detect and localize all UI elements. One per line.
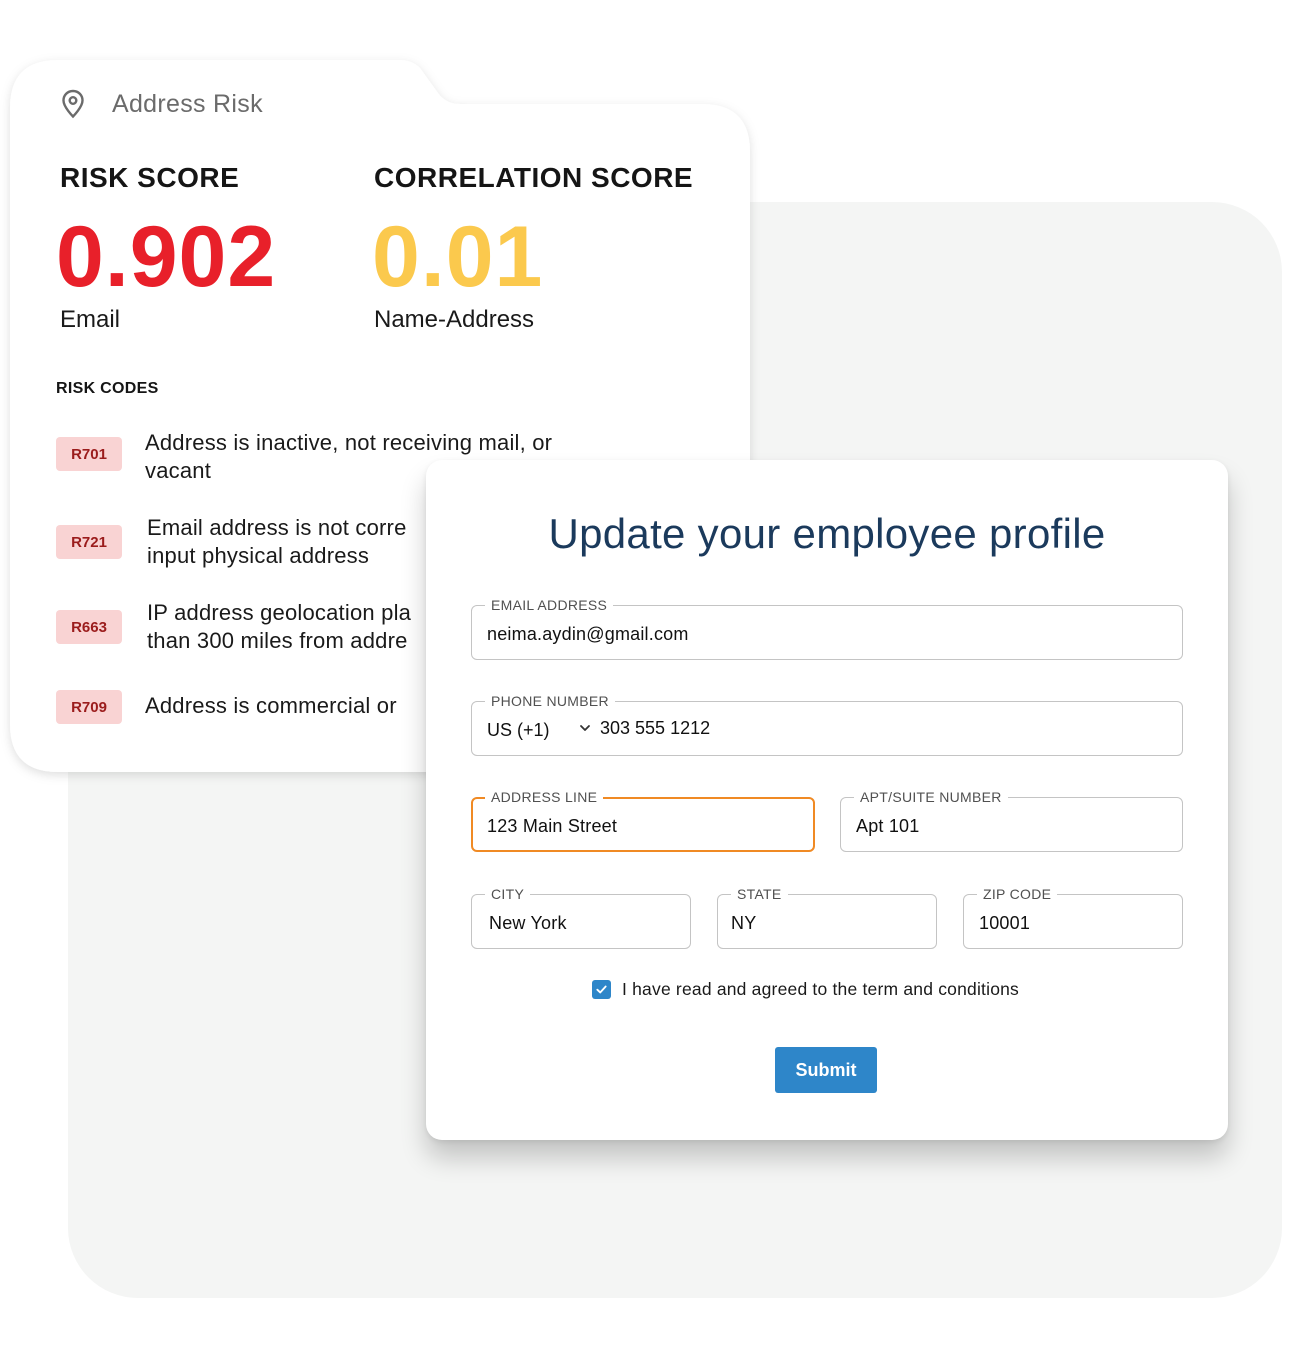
risk-code-badge: R721	[56, 525, 122, 559]
city-field[interactable]: CITY New York	[471, 886, 691, 949]
apt-suite-field[interactable]: APT/SUITE NUMBER Apt 101	[840, 789, 1183, 852]
zip-code-field[interactable]: ZIP CODE 10001	[963, 886, 1183, 949]
risk-code-description: IP address geolocation pla than 300 mile…	[147, 600, 412, 653]
risk-codes-heading: RISK CODES	[56, 380, 159, 397]
state-field[interactable]: STATE NY	[717, 886, 937, 949]
city-input[interactable]: New York	[489, 913, 567, 934]
terms-agreement-label[interactable]: I have read and agreed to the term and c…	[622, 979, 1019, 1000]
location-pin-icon	[62, 89, 84, 119]
risk-code-description: Email address is not corre input physica…	[147, 515, 407, 568]
risk-code-badge: R709	[56, 690, 122, 724]
email-input[interactable]: neima.aydin@gmail.com	[487, 624, 689, 645]
risk-code-description: Address is commercial or	[145, 693, 397, 718]
risk-code-badge: R701	[56, 437, 122, 471]
country-code-select[interactable]: US (+1)	[487, 720, 550, 741]
phone-input[interactable]: 303 555 1212	[600, 718, 710, 739]
employee-profile-form: Update your employee profile EMAIL ADDRE…	[426, 460, 1228, 1140]
checkbox-checked-icon[interactable]	[592, 980, 611, 999]
risk-score-source: Email	[60, 306, 121, 333]
address-line-field[interactable]: ADDRESS LINE 123 Main Street	[471, 789, 815, 852]
state-label: STATE	[731, 886, 788, 902]
chevron-down-icon[interactable]	[578, 721, 592, 735]
address-line-input[interactable]: 123 Main Street	[487, 816, 617, 837]
state-input[interactable]: NY	[731, 913, 756, 934]
submit-button[interactable]: Submit	[775, 1047, 877, 1093]
city-label: CITY	[485, 886, 531, 902]
phone-field-label: PHONE NUMBER	[485, 693, 615, 709]
apt-suite-input[interactable]: Apt 101	[856, 816, 919, 837]
risk-score-label: RISK SCORE	[60, 162, 240, 193]
correlation-score-label: CORRELATION SCORE	[374, 162, 694, 193]
correlation-score-source: Name-Address	[374, 306, 535, 333]
correlation-score-value: 0.01	[372, 209, 544, 305]
risk-score-value: 0.902	[56, 209, 277, 305]
zip-code-input[interactable]: 10001	[979, 913, 1030, 934]
address-line-label: ADDRESS LINE	[485, 789, 604, 805]
risk-card-title: Address Risk	[112, 90, 263, 118]
email-field-label: EMAIL ADDRESS	[485, 597, 614, 613]
apt-suite-label: APT/SUITE NUMBER	[854, 789, 1008, 805]
risk-code-badge: R663	[56, 610, 122, 644]
form-title: Update your employee profile	[548, 510, 1106, 557]
phone-field[interactable]: PHONE NUMBER US (+1) 303 555 1212	[471, 693, 1183, 756]
email-field[interactable]: EMAIL ADDRESS neima.aydin@gmail.com	[471, 597, 1183, 660]
zip-code-label: ZIP CODE	[977, 886, 1058, 902]
